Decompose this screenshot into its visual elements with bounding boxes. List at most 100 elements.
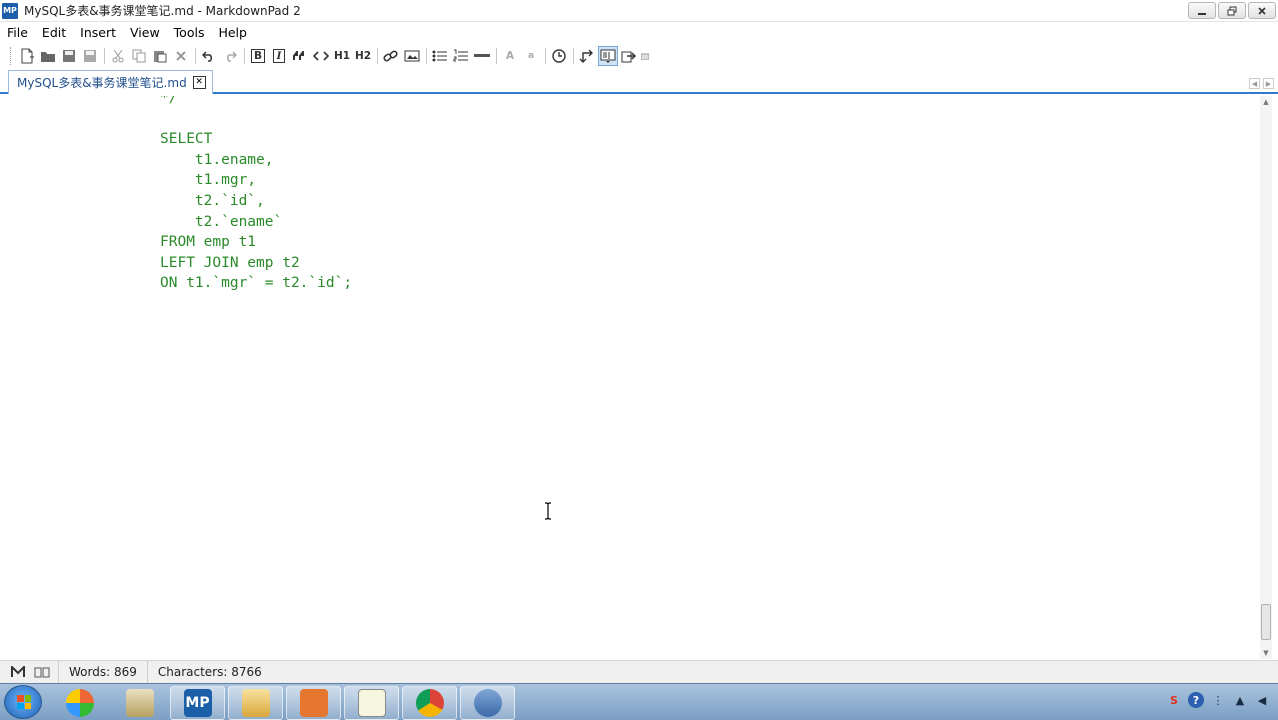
menu-file[interactable]: File: [0, 25, 36, 40]
increase-font-button[interactable]: A: [500, 46, 520, 66]
timestamp-button[interactable]: [549, 46, 569, 66]
menu-edit[interactable]: Edit: [36, 25, 74, 40]
undo-button[interactable]: [199, 46, 219, 66]
chrome-icon: [415, 689, 444, 717]
code-line: SELECT: [160, 131, 213, 148]
toolbar-grip[interactable]: [10, 47, 13, 65]
close-button[interactable]: [1248, 2, 1276, 19]
windows-logo-icon: [17, 695, 31, 709]
hyperlink-button[interactable]: [381, 46, 401, 66]
toolbar: B I H1 H2 A a: [0, 44, 1278, 68]
paste-icon: [154, 51, 167, 63]
save-button[interactable]: [59, 46, 79, 66]
start-button[interactable]: [4, 685, 42, 719]
toolbar-separator: [377, 48, 378, 64]
vertical-scrollbar[interactable]: ▲ ▼: [1260, 96, 1272, 659]
scroll-down-icon[interactable]: ▼: [1260, 647, 1272, 659]
word-count: Words: 869: [58, 661, 147, 683]
paste-button[interactable]: [150, 46, 170, 66]
menu-view[interactable]: View: [124, 25, 168, 40]
toolbar-overflow[interactable]: [640, 46, 650, 66]
help-icon[interactable]: ?: [1188, 692, 1204, 708]
restore-button[interactable]: [1218, 2, 1246, 19]
cut-button[interactable]: [108, 46, 128, 66]
open-button[interactable]: [38, 46, 58, 66]
new-document-button[interactable]: [17, 46, 37, 66]
status-bar: Words: 869 Characters: 8766: [0, 660, 1278, 683]
sogou-input-icon[interactable]: S: [1166, 692, 1182, 708]
text-cursor-icon: [545, 502, 551, 520]
tab-document[interactable]: MySQL多表&事务课堂笔记.md ✕: [8, 70, 213, 94]
taskbar-app-pdf[interactable]: [286, 686, 341, 720]
tab-scroll-left-icon[interactable]: ◀: [1249, 78, 1260, 89]
code-line: FROM emp t1: [160, 234, 257, 251]
redo-button[interactable]: [220, 46, 240, 66]
toolbar-separator: [496, 48, 497, 64]
markdownpad-app-icon[interactable]: MP: [2, 2, 18, 19]
tab-navigation: ◀ ▶: [1249, 78, 1274, 89]
dolphin-icon: [473, 689, 502, 717]
title-bar: MP MySQL多表&事务课堂笔记.md - MarkdownPad 2: [0, 0, 1278, 22]
export-button[interactable]: [619, 46, 639, 66]
blockquote-button[interactable]: [290, 46, 310, 66]
ordered-list-button[interactable]: [451, 46, 471, 66]
overflow-chevron-icon: [641, 53, 649, 60]
numbered-list-icon: [453, 49, 468, 62]
menu-tools[interactable]: Tools: [168, 25, 213, 40]
pdf-icon: [299, 689, 328, 717]
code-line: t2.`ename`: [160, 213, 283, 230]
taskbar-app-explorer[interactable]: [228, 686, 283, 720]
tray-expand-icon[interactable]: ▲: [1232, 692, 1248, 708]
taskbar-app-mysql[interactable]: [460, 686, 515, 720]
editor-pane[interactable]: */ SELECT t1.ename, t1.mgr, t2.`id`, t2.…: [6, 96, 1260, 659]
scroll-up-icon[interactable]: ▲: [1260, 96, 1272, 108]
taskbar-app-markdownpad[interactable]: MP: [170, 686, 225, 720]
menu-help[interactable]: Help: [212, 25, 255, 40]
bold-button[interactable]: B: [248, 46, 268, 66]
taskbar-app-colorful[interactable]: [52, 686, 107, 720]
taskbar-app-chart[interactable]: [344, 686, 399, 720]
markdown-mode-icon[interactable]: [8, 663, 28, 681]
delete-button[interactable]: [171, 46, 191, 66]
decrease-font-button[interactable]: a: [521, 46, 541, 66]
taskbar-app-paint[interactable]: [112, 686, 167, 720]
save-all-button[interactable]: [80, 46, 100, 66]
italic-button[interactable]: I: [269, 46, 289, 66]
save-icon: [63, 50, 75, 62]
clock-icon: [552, 49, 566, 63]
network-icon[interactable]: ⋮: [1210, 692, 1226, 708]
bullet-list-icon: [432, 50, 447, 62]
horizontal-rule-button[interactable]: [472, 46, 492, 66]
redo-icon: [226, 51, 237, 62]
sync-scroll-button[interactable]: [577, 46, 597, 66]
code-block: */ SELECT t1.ename, t1.mgr, t2.`id`, t2.…: [160, 96, 352, 294]
heading2-button[interactable]: H2: [353, 46, 373, 66]
windows-taskbar: MP S ? ⋮ ▲ ◀: [0, 683, 1278, 720]
minimize-button[interactable]: [1188, 2, 1216, 19]
markdownpad-icon: MP: [183, 689, 212, 717]
toolbar-separator: [426, 48, 427, 64]
taskbar-app-chrome[interactable]: [402, 686, 457, 720]
folder-icon: [241, 689, 270, 717]
code-line: t1.mgr,: [160, 172, 257, 189]
tab-close-icon[interactable]: ✕: [192, 76, 206, 89]
tab-scroll-right-icon[interactable]: ▶: [1263, 78, 1274, 89]
scrollbar-thumb[interactable]: [1261, 604, 1271, 640]
copy-button[interactable]: [129, 46, 149, 66]
unordered-list-button[interactable]: [430, 46, 450, 66]
menu-bar: File Edit Insert View Tools Help: [0, 22, 1278, 42]
paint-brush-icon: [125, 689, 154, 717]
chart-tool-icon: [357, 689, 386, 717]
live-preview-button[interactable]: [598, 46, 618, 66]
folder-open-icon: [41, 52, 55, 62]
menu-insert[interactable]: Insert: [74, 25, 124, 40]
image-button[interactable]: [402, 46, 422, 66]
book-icon[interactable]: [32, 663, 52, 681]
character-count: Characters: 8766: [146, 661, 272, 683]
system-tray: S ? ⋮ ▲ ◀: [1166, 692, 1270, 708]
code-line: t2.`id`,: [160, 192, 265, 209]
heading1-button[interactable]: H1: [332, 46, 352, 66]
code-button[interactable]: [311, 46, 331, 66]
volume-icon[interactable]: ◀: [1254, 692, 1270, 708]
bold-icon: B: [250, 49, 265, 63]
